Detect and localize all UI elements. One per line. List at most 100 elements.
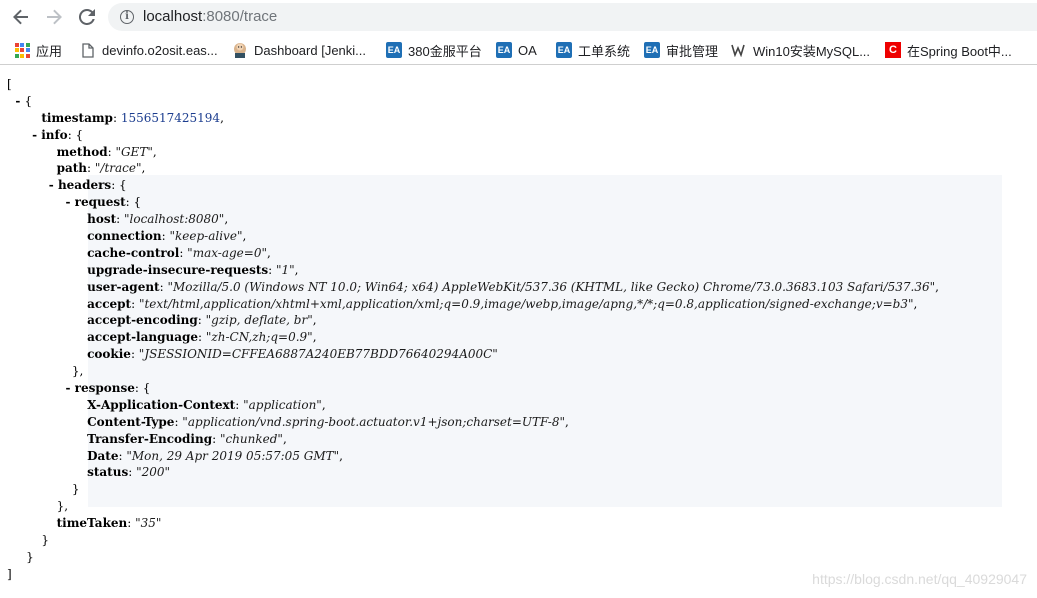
back-arrow-icon[interactable] <box>10 6 32 28</box>
json-line: Content-Type: "application/vnd.spring-bo… <box>87 414 569 429</box>
json-key: accept-encoding <box>87 313 198 328</box>
json-key: Date <box>87 448 119 463</box>
bookmark-label: 在Spring Boot中... <box>907 43 1012 59</box>
json-line: host: "localhost:8080", <box>87 212 229 227</box>
reload-icon[interactable] <box>76 6 98 28</box>
json-key: accept <box>87 296 132 311</box>
json-line: }, <box>7 364 84 379</box>
json-key: status <box>87 465 129 480</box>
csdn-icon: C <box>885 42 901 58</box>
bookmark-label: devinfo.o2osit.eas... <box>102 42 218 58</box>
ea-icon: EA <box>644 42 660 58</box>
w-icon <box>731 42 747 58</box>
json-line: cookie: "JSESSIONID=CFFEA6887A240EB77BDD… <box>87 347 498 362</box>
ea-icon: EA <box>556 42 572 58</box>
bookmark-label: OA <box>518 42 537 58</box>
collapse-toggle[interactable]: - <box>7 94 25 108</box>
bookmark-devinfo[interactable]: devinfo.o2osit.eas... <box>80 41 218 59</box>
json-key: request <box>74 195 126 210</box>
json-string: "localhost:8080" <box>124 212 225 227</box>
json-key: headers <box>57 178 112 193</box>
watermark: https://blog.csdn.net/qq_40929047 <box>812 571 1027 587</box>
json-line: accept-language: "zh-CN,zh;q=0.9", <box>87 330 317 345</box>
json-key: path <box>56 161 88 176</box>
json-string: "35" <box>135 516 162 531</box>
json-key: response <box>74 381 135 396</box>
url-text[interactable]: localhost:8080/trace <box>143 8 277 26</box>
browser-toolbar: i localhost:8080/trace <box>0 0 1037 35</box>
address-bar[interactable]: i localhost:8080/trace <box>108 3 1037 31</box>
json-number: 1556517425194 <box>120 110 221 125</box>
info-icon[interactable]: i <box>120 10 134 24</box>
json-key: cookie <box>87 347 131 362</box>
json-line: } <box>7 482 80 497</box>
bookmark-380[interactable]: EA 380金服平台 <box>386 41 482 59</box>
bookmark-ticket-system[interactable]: EA 工单系统 <box>556 41 630 59</box>
json-string: "1" <box>275 262 295 277</box>
json-key: X-Application-Context <box>87 397 236 412</box>
apps-grid-icon <box>14 42 30 58</box>
json-line: - info: { <box>7 127 84 142</box>
json-viewer: [ - { timestamp: 1556517425194, - info: … <box>0 70 1037 598</box>
json-string: "zh-CN,zh;q=0.9" <box>205 330 313 345</box>
bookmark-label: 应用 <box>36 43 63 59</box>
bookmark-spring-boot[interactable]: C 在Spring Boot中... <box>885 41 1012 59</box>
bookmarks-bar: 应用 devinfo.o2osit.eas... Dashboard [Jenk… <box>0 35 1037 65</box>
json-line: user-agent: "Mozilla/5.0 (Windows NT 10.… <box>87 279 939 294</box>
json-string: "Mon, 29 Apr 2019 05:57:05 GMT" <box>126 448 340 463</box>
collapse-toggle[interactable]: - <box>7 128 41 142</box>
json-line: } <box>7 533 49 548</box>
ea-icon: EA <box>496 42 512 58</box>
url-host: localhost <box>143 8 203 25</box>
json-string: "200" <box>136 465 171 480</box>
json-key: host <box>87 212 117 227</box>
json-string: "gzip, deflate, br" <box>205 313 313 328</box>
bookmark-label: 380金服平台 <box>408 43 482 59</box>
json-string: "keep-alive" <box>169 229 243 244</box>
json-line: - { <box>7 93 33 108</box>
json-key: cache-control <box>87 245 180 260</box>
json-key: connection <box>87 229 162 244</box>
json-key: Content-Type <box>87 414 175 429</box>
forward-arrow-icon[interactable] <box>43 6 65 28</box>
bookmark-win10-mysql[interactable]: Win10安装MySQL... <box>731 41 870 59</box>
jenkins-icon <box>232 42 248 58</box>
json-key: upgrade-insecure-requests <box>87 262 269 277</box>
json-line: ] <box>7 566 12 581</box>
bookmark-label: 工单系统 <box>578 43 631 59</box>
json-line: - request: { <box>7 195 142 210</box>
json-line: timestamp: 1556517425194, <box>41 110 224 125</box>
json-key: user-agent <box>87 279 160 294</box>
bookmark-approval[interactable]: EA 审批管理 <box>644 41 718 59</box>
bookmark-apps[interactable]: 应用 <box>14 41 62 59</box>
json-key: timeTaken <box>56 516 128 531</box>
collapse-toggle[interactable]: - <box>7 178 58 192</box>
json-string: "JSESSIONID=CFFEA6887A240EB77BDD76640294… <box>138 347 498 362</box>
json-line: - headers: { <box>7 178 127 193</box>
json-string: "application" <box>243 397 322 412</box>
bookmark-jenkins[interactable]: Dashboard [Jenki... <box>232 41 366 59</box>
url-port-path: :8080/trace <box>202 8 278 25</box>
json-line: X-Application-Context: "application", <box>87 397 326 412</box>
json-key: timestamp <box>41 110 113 125</box>
json-line: [ <box>7 77 12 91</box>
json-tree: [ - { timestamp: 1556517425194, - info: … <box>7 76 939 583</box>
json-line: path: "/trace", <box>56 161 146 176</box>
json-line: accept: "text/html,application/xhtml+xml… <box>87 296 918 311</box>
json-key: accept-language <box>87 330 199 345</box>
ea-icon: EA <box>386 42 402 58</box>
collapse-toggle[interactable]: - <box>7 195 75 209</box>
collapse-toggle[interactable]: - <box>7 381 75 395</box>
bookmark-label: Win10安装MySQL... <box>753 43 871 59</box>
json-line: Transfer-Encoding: "chunked", <box>87 431 287 446</box>
page-icon <box>80 42 96 58</box>
json-key: info <box>41 127 68 142</box>
json-line: connection: "keep-alive", <box>87 229 247 244</box>
json-string: "chunked" <box>219 431 283 446</box>
json-line: }, <box>7 499 69 514</box>
json-string: "max-age=0" <box>187 245 267 260</box>
json-string: "/trace" <box>94 161 142 176</box>
json-string: "Mozilla/5.0 (Windows NT 10.0; Win64; x6… <box>167 279 936 294</box>
json-string: "text/html,application/xhtml+xml,applica… <box>138 296 914 311</box>
bookmark-oa[interactable]: EA OA <box>496 41 537 59</box>
